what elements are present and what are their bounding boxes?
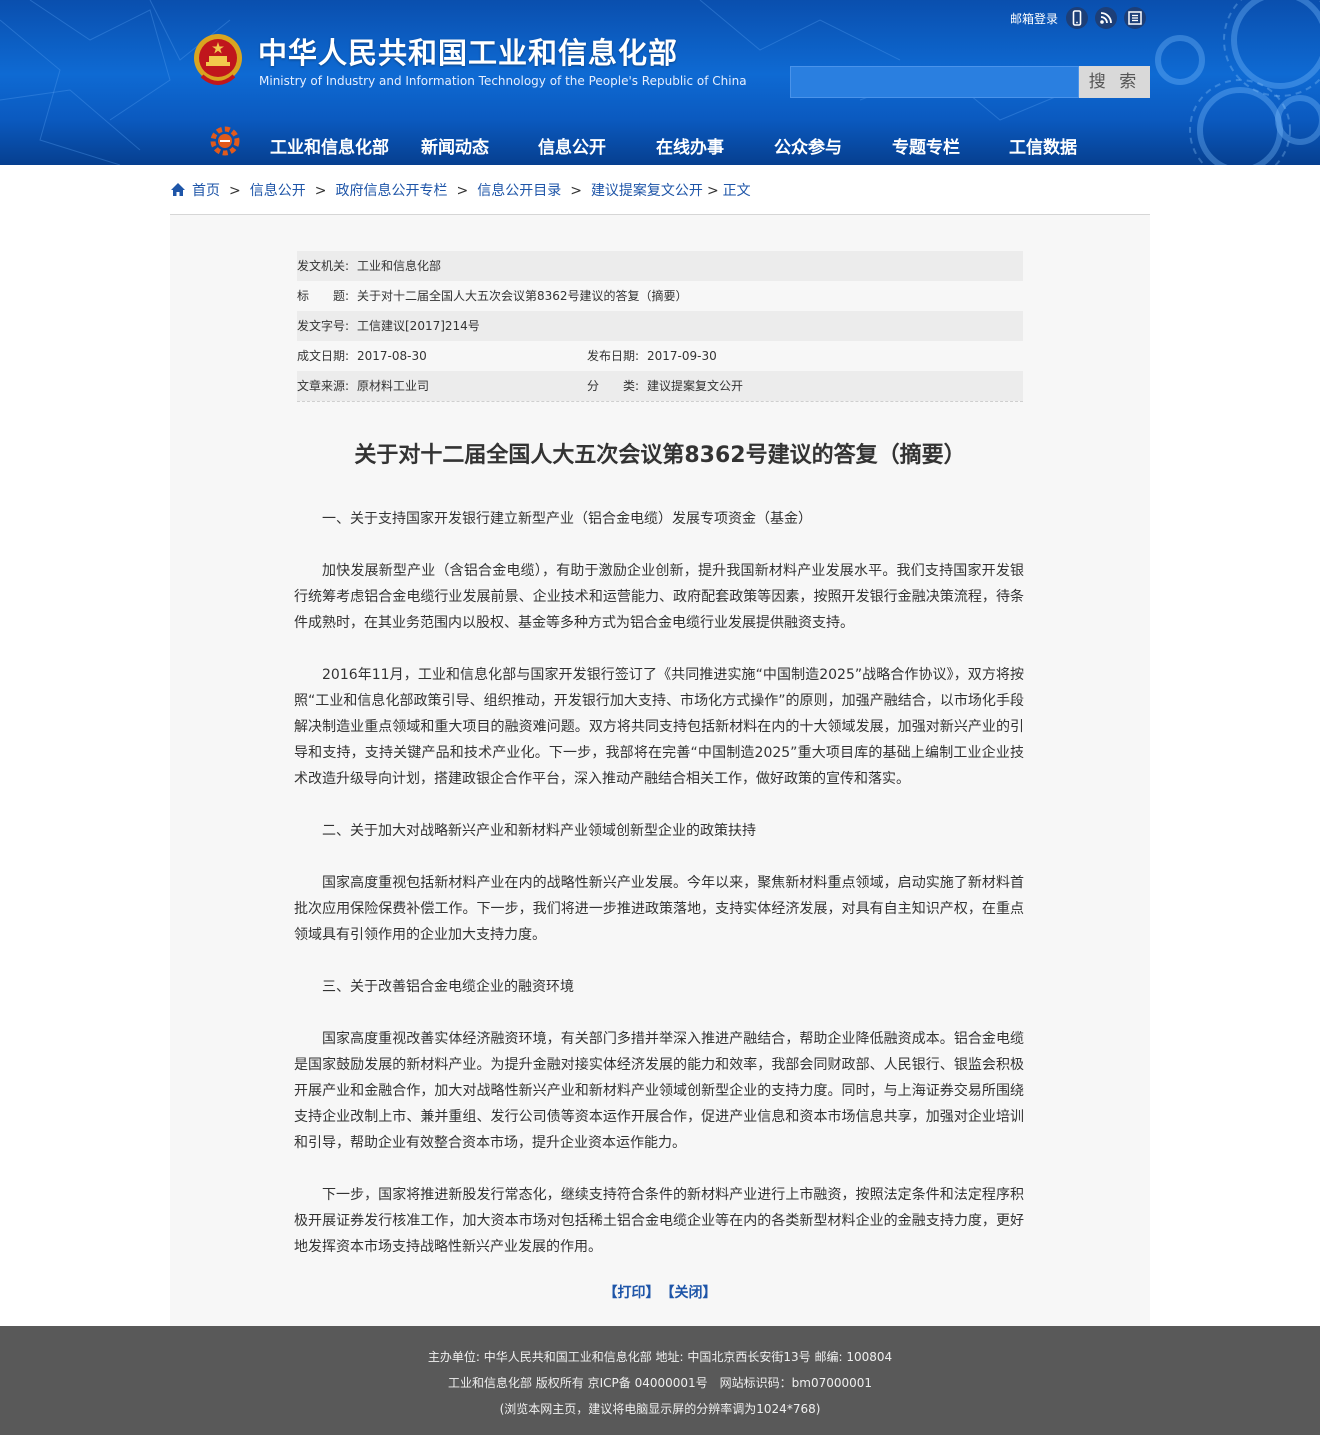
article-paragraph: 2016年11月，工业和信息化部与国家开发银行签订了《共同推进实施“中国制造20… (294, 667, 1024, 787)
article-paragraph: 加快发展新型产业（含铝合金电缆），有助于激励企业创新，提升我国新材料产业发展水平… (294, 563, 1024, 631)
meta-label: 文章来源: (297, 379, 350, 393)
breadcrumb-current: 正文 (722, 183, 751, 199)
main-content: 发文机关: 工业和信息化部 标 题: 关于对十二届全国人大五次会议第8362号建… (170, 215, 1150, 1326)
rss-icon[interactable] (1095, 7, 1117, 29)
mail-login-link[interactable]: 邮箱登录 (1010, 10, 1058, 27)
article-heading: 二、关于加大对战略新兴产业和新材料产业领域创新型企业的政策扶持 (322, 823, 756, 839)
breadcrumb-separator: > (229, 183, 241, 199)
breadcrumb-info-catalog[interactable]: 信息公开目录 (477, 183, 561, 199)
article-paragraph: 国家高度重视改善实体经济融资环境，有关部门多措并举深入推进产融结合，帮助企业降低… (294, 1031, 1024, 1151)
nav-item-info-disclosure[interactable]: 信息公开 (538, 133, 606, 158)
search-input[interactable] (790, 66, 1079, 98)
article-paragraph: 国家高度重视包括新材料产业在内的战略性新兴产业发展。今年以来，聚焦新材料重点领域… (294, 875, 1024, 943)
site-subtitle: Ministry of Industry and Information Tec… (259, 74, 747, 88)
footer-sponsor: 主办单位: 中华人民共和国工业和信息化部 地址: 中国北京西长安街13号 邮编:… (427, 1350, 893, 1364)
breadcrumb-home[interactable]: 首页 (192, 183, 220, 199)
close-link[interactable]: 【关闭】 (668, 1285, 717, 1301)
meta-source: 原材料工业司 (357, 379, 430, 393)
article-actions: 【打印】 【关闭】 (170, 1282, 1150, 1302)
meta-label: 成文日期: (297, 349, 350, 363)
breadcrumb-gov-info-column[interactable]: 政府信息公开专栏 (335, 183, 447, 199)
article-body: 一、关于支持国家开发银行建立新型产业（铝合金电缆）发展专项资金（基金） 加快发展… (294, 506, 1024, 1286)
article-heading: 一、关于支持国家开发银行建立新型产业（铝合金电缆）发展专项资金（基金） (322, 511, 812, 527)
national-emblem-icon (194, 34, 242, 85)
nav-item-online-services[interactable]: 在线办事 (656, 133, 724, 158)
meta-label: 发文机关: (297, 259, 350, 273)
nav-item-news[interactable]: 新闻动态 (421, 133, 489, 158)
meta-written-date: 2017-08-30 (357, 349, 427, 363)
meta-publish-date: 2017-09-30 (647, 349, 717, 363)
search-button[interactable]: 搜 索 (1079, 66, 1150, 98)
meta-label: 发文字号: (297, 319, 350, 333)
footer-copyright: 工业和信息化部 版权所有 京ICP备 04000001号 网站标识码：bm070… (447, 1376, 873, 1390)
print-link[interactable]: 【打印】 (604, 1285, 660, 1301)
article-title: 关于对十二届全国人大五次会议第8362号建议的答复（摘要） (354, 443, 966, 468)
site-footer: 主办单位: 中华人民共和国工业和信息化部 地址: 中国北京西长安街13号 邮编:… (0, 1326, 1320, 1435)
breadcrumb-info-disclosure[interactable]: 信息公开 (250, 183, 306, 199)
meta-issuer: 工业和信息化部 (357, 259, 442, 273)
meta-row-title: 标 题: 关于对十二届全国人大五次会议第8362号建议的答复（摘要） (297, 281, 1023, 311)
breadcrumb-proposal-replies[interactable]: 建议提案复文公开 (591, 183, 703, 199)
document-meta-table: 发文机关: 工业和信息化部 标 题: 关于对十二届全国人大五次会议第8362号建… (297, 251, 1023, 402)
breadcrumb-separator: > (706, 183, 719, 199)
site-header: 中华人民共和国工业和信息化部 Ministry of Industry and … (0, 0, 1320, 165)
nav-item-ministry[interactable]: 工业和信息化部 (270, 133, 389, 158)
meta-row-source: 文章来源: 原材料工业司 分 类: 建议提案复文公开 (297, 371, 1023, 401)
meta-doc-no: 工信建议[2017]214号 (357, 319, 480, 333)
breadcrumb-separator: > (314, 183, 327, 199)
meta-label: 分 类: (587, 379, 640, 393)
nav-item-data[interactable]: 工信数据 (1009, 133, 1077, 158)
site-title: 中华人民共和国工业和信息化部 (258, 36, 679, 70)
article-heading: 三、关于改善铝合金电缆企业的融资环境 (322, 979, 574, 995)
mobile-icon[interactable] (1066, 7, 1088, 29)
newspaper-icon[interactable] (1124, 7, 1146, 29)
meta-row-issuer: 发文机关: 工业和信息化部 (297, 251, 1023, 281)
meta-label: 标 题: (297, 289, 350, 303)
article-paragraph: 下一步，国家将推进新股发行常态化，继续支持符合条件的新材料产业进行上市融资，按照… (294, 1187, 1024, 1255)
miit-logo-icon (210, 126, 240, 156)
home-icon (171, 183, 185, 196)
footer-resolution-note: (浏览本网主页，建议将电脑显示屏的分辨率调为1024*768) (499, 1402, 821, 1416)
breadcrumb: 首页 > 信息公开 > 政府信息公开专栏 > 信息公开目录 > 建议提案复文公开 > 正文 (170, 180, 751, 200)
meta-label: 发布日期: (587, 349, 640, 363)
nav-item-public-participation[interactable]: 公众参与 (774, 133, 842, 158)
nav-item-special-topics[interactable]: 专题专栏 (892, 133, 960, 158)
meta-title: 关于对十二届全国人大五次会议第8362号建议的答复（摘要） (357, 289, 688, 303)
meta-row-dates: 成文日期: 2017-08-30 发布日期: 2017-09-30 (297, 341, 1023, 371)
meta-row-doc-no: 发文字号: 工信建议[2017]214号 (297, 311, 1023, 341)
breadcrumb-separator: > (570, 183, 582, 199)
meta-category: 建议提案复文公开 (647, 379, 744, 393)
breadcrumb-separator: > (456, 183, 469, 199)
